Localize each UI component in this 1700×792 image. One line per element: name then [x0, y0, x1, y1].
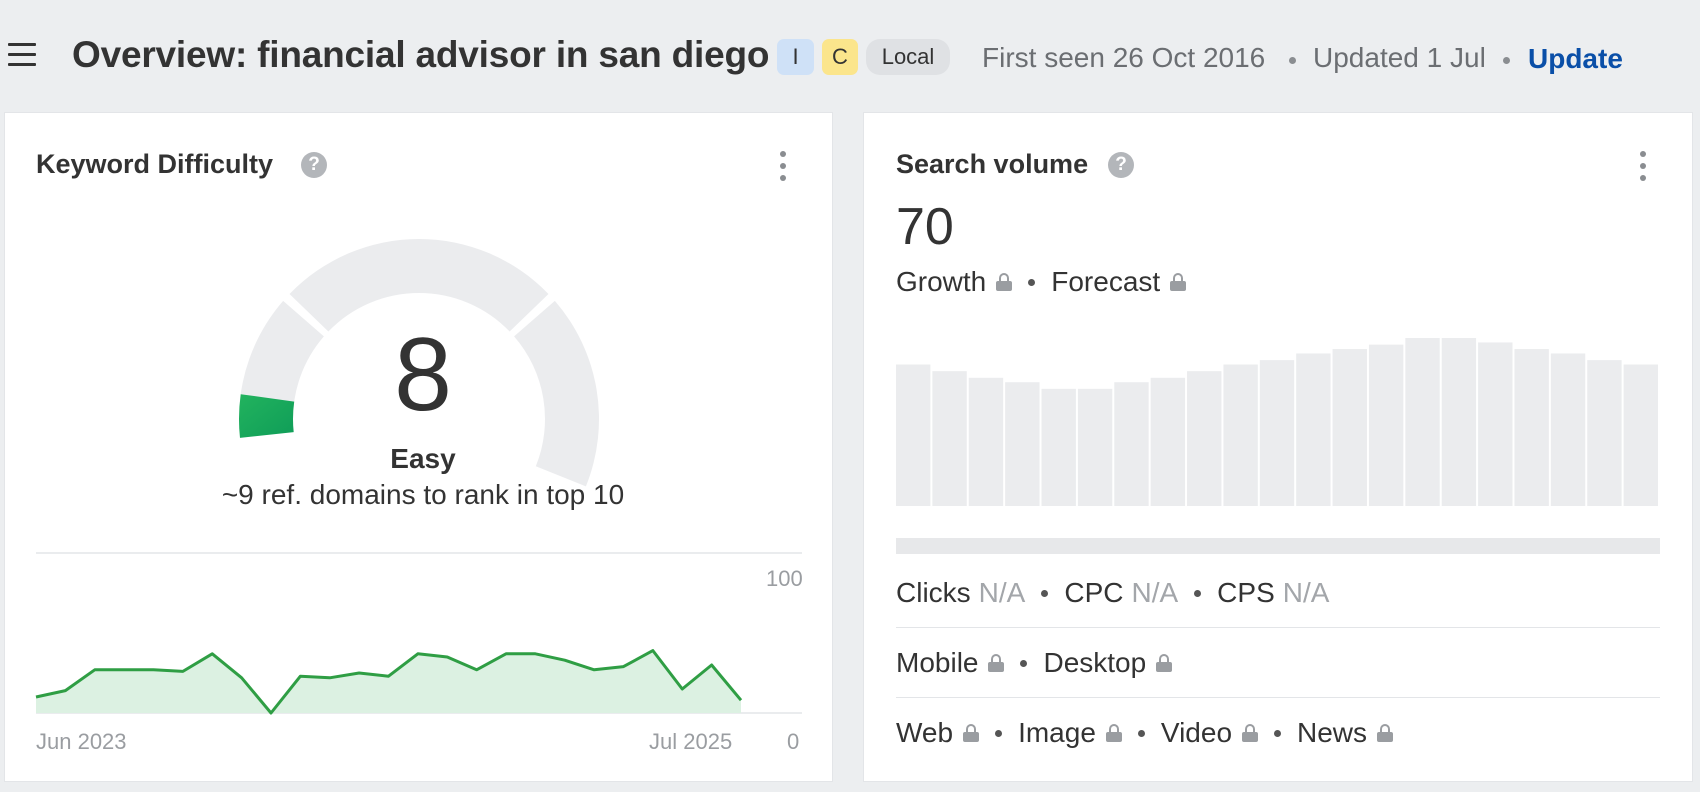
volume-bar: [1296, 353, 1331, 506]
volume-bar: [1550, 353, 1586, 506]
mobile-label[interactable]: Mobile: [896, 647, 978, 679]
cps-label: CPS: [1217, 577, 1275, 608]
separator-dot: [1137, 729, 1145, 737]
y-axis-max-label: 100: [766, 566, 803, 591]
volume-bar: [1041, 388, 1076, 506]
separator-dot: [1194, 589, 1202, 597]
clicks-value: N/A: [978, 577, 1026, 608]
lock-icon: [988, 654, 1005, 672]
device-row: Mobile Desktop: [896, 647, 1173, 679]
intent-badge-commercial[interactable]: C: [822, 39, 858, 75]
cpc-label: CPC: [1064, 577, 1124, 608]
timeline-range-bar[interactable]: [896, 538, 1660, 554]
page-header: Overview: financial advisor in san diego…: [0, 0, 1700, 112]
volume-bar: [1623, 364, 1658, 506]
separator-dot: [1041, 589, 1049, 597]
volume-bar: [1587, 360, 1622, 506]
volume-bar: [932, 371, 967, 506]
volume-bar: [1332, 349, 1367, 506]
lock-icon: [1156, 654, 1173, 672]
volume-bar: [1478, 342, 1513, 506]
updated-text: Updated 1 Jul: [1313, 42, 1486, 73]
lock-icon: [1377, 724, 1394, 742]
separator-dot: [1289, 57, 1296, 64]
page-title: Overview: financial advisor in san diego: [72, 34, 770, 75]
volume-bar: [1441, 338, 1477, 506]
volume-bar: [968, 377, 1004, 506]
video-label[interactable]: Video: [1161, 717, 1232, 749]
volume-bar: [1514, 349, 1549, 506]
cpc-value: N/A: [1131, 577, 1179, 608]
volume-bar: [1114, 382, 1149, 506]
separator-dot: [1503, 57, 1510, 64]
volume-bar: [896, 364, 931, 506]
web-label[interactable]: Web: [896, 717, 953, 749]
first-seen-text: First seen 26 Oct 2016: [982, 42, 1266, 73]
search-type-row: Web Image Video News: [896, 717, 1394, 749]
x-axis-end-label: Jul 2025: [649, 729, 733, 754]
clicks-label: Clicks: [896, 577, 971, 608]
divider: [896, 697, 1660, 698]
separator-dot: [995, 729, 1003, 737]
separator-dot: [1274, 729, 1282, 737]
volume-bar: [1150, 377, 1186, 506]
update-link[interactable]: Update: [1528, 43, 1623, 75]
image-label[interactable]: Image: [1018, 717, 1096, 749]
volume-bar: [1368, 344, 1404, 506]
volume-bar: [1405, 338, 1440, 506]
cps-value: N/A: [1282, 577, 1330, 608]
menu-icon[interactable]: [8, 42, 38, 68]
volume-bar: [1005, 382, 1040, 506]
difficulty-history-chart: [35, 552, 802, 715]
y-axis-min-label: 0: [787, 729, 800, 754]
lock-icon: [963, 724, 980, 742]
search-volume-chart: [896, 338, 1658, 506]
desktop-label[interactable]: Desktop: [1043, 647, 1146, 679]
keyword-difficulty-card: Keyword Difficulty ? 8 Easy ~9 ref. doma…: [4, 112, 833, 782]
x-axis-start-label: Jun 2023: [36, 729, 127, 754]
volume-bar: [1187, 371, 1222, 506]
clicks-cpc-cps-row: Clicks N/A CPC N/A CPS N/A: [896, 577, 1329, 609]
news-label[interactable]: News: [1297, 717, 1367, 749]
volume-bar: [1077, 388, 1113, 506]
divider: [896, 627, 1660, 628]
lock-icon: [1242, 724, 1259, 742]
intent-badge-informational[interactable]: I: [777, 39, 814, 75]
volume-bar: [1223, 364, 1258, 506]
volume-bar: [1259, 360, 1295, 506]
separator-dot: [1020, 659, 1028, 667]
search-volume-card: Search volume ? 70 Growth Forecast Click…: [863, 112, 1693, 782]
lock-icon: [1105, 724, 1122, 742]
local-badge[interactable]: Local: [866, 39, 950, 75]
